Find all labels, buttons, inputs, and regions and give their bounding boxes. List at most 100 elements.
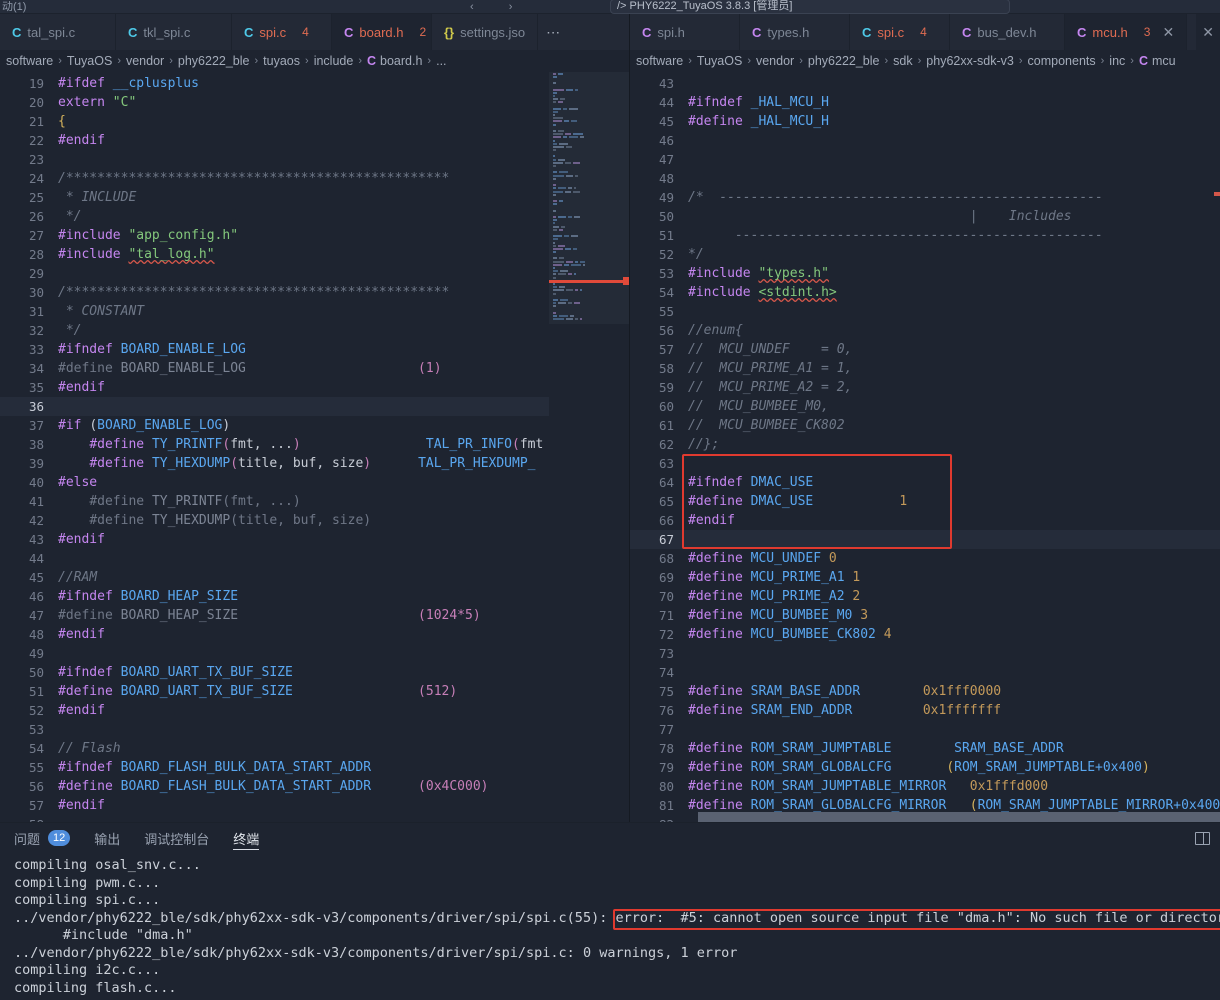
code-line[interactable]: 34 #define BOARD_ENABLE_LOG (1) [0, 359, 549, 378]
code-line[interactable]: 45 #define _HAL_MCU_H [630, 112, 1220, 131]
code-line[interactable]: 46 #ifndef BOARD_HEAP_SIZE [0, 587, 549, 606]
code-line[interactable]: 27 #include "app_config.h" [0, 226, 549, 245]
code-line[interactable]: 33 #ifndef BOARD_ENABLE_LOG [0, 340, 549, 359]
breadcrumb-item[interactable]: phy6222_ble [178, 54, 250, 68]
tab-board-h[interactable]: Cboard.h2✕ [332, 14, 450, 50]
code-line[interactable]: 55 [630, 302, 1220, 321]
code-line[interactable]: 47 [630, 150, 1220, 169]
code-line[interactable]: 76 #define SRAM_END_ADDR 0x1fffffff [630, 701, 1220, 720]
code-line[interactable]: 52 */ [630, 245, 1220, 264]
terminal-output[interactable]: compiling osal_snv.c... compiling pwm.c..… [0, 853, 1220, 1000]
code-line[interactable]: 48 [630, 169, 1220, 188]
breadcrumb-item[interactable]: vendor [126, 54, 164, 68]
minimap-slider[interactable] [549, 72, 629, 324]
code-line[interactable]: 52 #endif [0, 701, 549, 720]
code-line[interactable]: 28 #include "tal_log.h" [0, 245, 549, 264]
code-line[interactable]: 19 #ifdef __cplusplus [0, 74, 549, 93]
breadcrumb-item[interactable]: TuyaOS [697, 54, 742, 68]
code-line[interactable]: 61 // MCU_BUMBEE_CK802 [630, 416, 1220, 435]
code-line[interactable]: 23 [0, 150, 549, 169]
code-line[interactable]: 75 #define SRAM_BASE_ADDR 0x1fff0000 [630, 682, 1220, 701]
code-line[interactable]: 35 #endif [0, 378, 549, 397]
code-line[interactable]: 21 { [0, 112, 549, 131]
code-line[interactable]: 79 #define ROM_SRAM_GLOBALCFG (ROM_SRAM_J… [630, 758, 1220, 777]
breadcrumb-item[interactable]: tuyaos [263, 54, 300, 68]
nav-arrows[interactable]: ‹ › [470, 2, 528, 13]
panel-tab-输出[interactable]: 输出 [94, 823, 120, 853]
horizontal-scrollbar-right[interactable] [630, 812, 1220, 822]
code-line[interactable]: 38 #define TY_PRINTF(fmt, ...) TAL_PR_IN… [0, 435, 549, 454]
code-line[interactable]: 56 #define BOARD_FLASH_BULK_DATA_START_AD… [0, 777, 549, 796]
code-line[interactable]: 62 //}; [630, 435, 1220, 454]
code-line[interactable]: 39 #define TY_HEXDUMP(title, buf, size) … [0, 454, 549, 473]
code-line[interactable]: 65 #define DMAC_USE 1 [630, 492, 1220, 511]
code-line[interactable]: 80 #define ROM_SRAM_JUMPTABLE_MIRROR 0x1f… [630, 777, 1220, 796]
split-panel-icon[interactable] [1195, 831, 1210, 845]
code-line[interactable]: 49 [0, 644, 549, 663]
code-line[interactable]: 36 [0, 397, 549, 416]
code-line[interactable]: 24 /*************************************… [0, 169, 549, 188]
code-line[interactable]: 26 */ [0, 207, 549, 226]
tab-tkl-spi-c[interactable]: Ctkl_spi.c [116, 14, 232, 50]
breadcrumb-item[interactable]: software [6, 54, 53, 68]
tab-mcu-h[interactable]: Cmcu.h 3 ✕ [1065, 14, 1188, 50]
breadcrumb-item[interactable]: sdk [893, 54, 912, 68]
code-line[interactable]: 72 #define MCU_BUMBEE_CK802 4 [630, 625, 1220, 644]
code-line[interactable]: 54 #include <stdint.h> [630, 283, 1220, 302]
code-content-left[interactable]: 19 #ifdef __cplusplus 20 extern "C" 21 {22 #en… [0, 72, 549, 822]
tab-close-icon[interactable]: ✕ [1162, 25, 1174, 39]
breadcrumb-item[interactable]: ... [436, 54, 446, 68]
code-line[interactable]: 63 [630, 454, 1220, 473]
code-line[interactable]: 43 [630, 74, 1220, 93]
code-line[interactable]: 50 | Includes [630, 207, 1220, 226]
code-line[interactable]: 73 [630, 644, 1220, 663]
code-line[interactable]: 53 #include "types.h" [630, 264, 1220, 283]
code-line[interactable]: 78 #define ROM_SRAM_JUMPTABLE SRAM_BASE_A… [630, 739, 1220, 758]
breadcrumb-item[interactable]: Cboard.h [367, 54, 422, 68]
code-line[interactable]: 57 #endif [0, 796, 549, 815]
breadcrumb-item[interactable]: components [1028, 54, 1096, 68]
code-line[interactable]: 20 extern "C" [0, 93, 549, 112]
tab-spi-h[interactable]: Cspi.h [630, 14, 740, 50]
breadcrumb-right[interactable]: software › TuyaOS › vendor › phy6222_ble › sdk › p… [630, 50, 1220, 72]
code-line[interactable]: 50 #ifndef BOARD_UART_TX_BUF_SIZE [0, 663, 549, 682]
panel-tab-终端[interactable]: 终端 [233, 823, 260, 853]
code-line[interactable]: 29 [0, 264, 549, 283]
code-line[interactable]: 67 [630, 530, 1220, 549]
code-line[interactable]: 32 */ [0, 321, 549, 340]
breadcrumb-item[interactable]: phy6222_ble [808, 54, 880, 68]
code-line[interactable]: 42 #define TY_HEXDUMP(title, buf, size) [0, 511, 549, 530]
code-line[interactable]: 55 #ifndef BOARD_FLASH_BULK_DATA_START_AD… [0, 758, 549, 777]
tab-tal-spi-c[interactable]: Ctal_spi.c [0, 14, 116, 50]
code-line[interactable]: 49 /* -----------------------------------… [630, 188, 1220, 207]
breadcrumb-item[interactable]: TuyaOS [67, 54, 112, 68]
editor-close-icon[interactable]: ✕ [1196, 14, 1220, 50]
code-line[interactable]: 66 #endif [630, 511, 1220, 530]
code-line[interactable]: 70 #define MCU_PRIME_A2 2 [630, 587, 1220, 606]
tab-bus-dev-h[interactable]: Cbus_dev.h [950, 14, 1065, 50]
tab-spi-c[interactable]: Cspi.c 4 [232, 14, 332, 50]
breadcrumb-item[interactable]: Cmcu [1139, 54, 1176, 68]
panel-tab-问题[interactable]: 问题 12 [14, 823, 71, 853]
code-line[interactable]: 44 [0, 549, 549, 568]
code-line[interactable]: 45 //RAM [0, 568, 549, 587]
code-line[interactable]: 41 #define TY_PRINTF(fmt, ...) [0, 492, 549, 511]
panel-tab-调试控制台[interactable]: 调试控制台 [144, 823, 209, 853]
code-line[interactable]: 74 [630, 663, 1220, 682]
code-line[interactable]: 60 // MCU_BUMBEE_M0, [630, 397, 1220, 416]
code-line[interactable]: 58 [0, 815, 549, 822]
code-line[interactable]: 46 [630, 131, 1220, 150]
code-line[interactable]: 56 //enum{ [630, 321, 1220, 340]
command-center-input[interactable]: /> PHY6222_TuyaOS 3.8.3 [管理员] [610, 0, 1010, 14]
code-line[interactable]: 77 [630, 720, 1220, 739]
code-line[interactable]: 51 #define BOARD_UART_TX_BUF_SIZE (512) [0, 682, 549, 701]
code-line[interactable]: 43 #endif [0, 530, 549, 549]
code-line[interactable]: 53 [0, 720, 549, 739]
code-line[interactable]: 48 #endif [0, 625, 549, 644]
code-content-right[interactable]: 43 44 #ifndef _HAL_MCU_H 45 #define _HAL_MCU… [630, 72, 1220, 822]
code-line[interactable]: 47 #define BOARD_HEAP_SIZE (1024*5) [0, 606, 549, 625]
code-line[interactable]: 69 #define MCU_PRIME_A1 1 [630, 568, 1220, 587]
code-line[interactable]: 68 #define MCU_UNDEF 0 [630, 549, 1220, 568]
code-line[interactable]: 57 // MCU_UNDEF = 0, [630, 340, 1220, 359]
close-icon[interactable]: ✕ [1202, 25, 1214, 39]
